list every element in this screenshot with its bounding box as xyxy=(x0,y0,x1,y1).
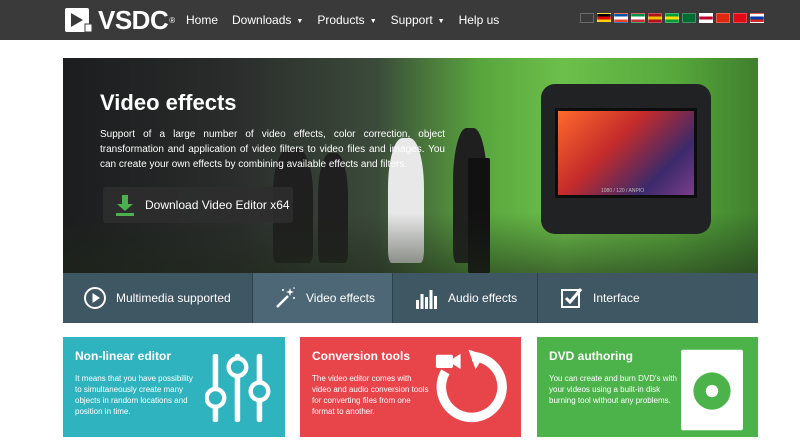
top-navigation-bar: VSDC ® Home Downloads ▼ Products ▼ Suppo… xyxy=(0,0,800,40)
tab-video-effects-label: Video effects xyxy=(306,291,375,305)
flag-jp-icon[interactable] xyxy=(699,13,713,23)
flag-es-icon[interactable] xyxy=(648,13,662,23)
tab-multimedia-supported-label: Multimedia supported xyxy=(116,291,231,305)
nav-home[interactable]: Home xyxy=(186,13,218,27)
flag-ru-icon[interactable] xyxy=(750,13,764,23)
logo-registered-mark: ® xyxy=(169,15,176,25)
flag-ar-icon[interactable] xyxy=(682,13,696,23)
chevron-down-icon: ▼ xyxy=(369,17,377,25)
nav-downloads[interactable]: Downloads ▼ xyxy=(232,13,303,27)
nav-products-label: Products xyxy=(317,13,365,27)
vsdc-logo[interactable]: VSDC ® xyxy=(64,5,184,35)
logo-text: VSDC xyxy=(98,4,169,35)
vsdc-logo-icon xyxy=(65,8,93,33)
tab-video-effects[interactable]: Video effects xyxy=(253,273,393,323)
camera-readout: 1080 / 120 / ANPIO xyxy=(601,188,645,194)
hero-title: Video effects xyxy=(100,90,237,115)
play-circle-icon xyxy=(84,287,106,309)
flag-de-icon[interactable] xyxy=(597,13,611,23)
download-button-label: Download Video Editor x64 xyxy=(145,198,290,212)
card-text: You can create and burn DVD's with your … xyxy=(549,374,677,405)
language-flags xyxy=(580,13,767,23)
chevron-down-icon: ▼ xyxy=(437,17,445,25)
download-video-editor-button[interactable]: Download Video Editor x64 xyxy=(103,187,293,223)
flag-tr-icon[interactable] xyxy=(733,13,747,23)
nav-downloads-label: Downloads xyxy=(232,13,292,27)
camera-screen xyxy=(555,108,697,198)
feature-tabs: Multimedia supported Video effects Audio… xyxy=(63,273,758,323)
nav-help-us-label: Help us xyxy=(458,13,500,27)
magic-wand-icon xyxy=(276,287,295,308)
equalizer-icon xyxy=(416,290,437,309)
nav-products[interactable]: Products ▼ xyxy=(317,13,376,27)
tab-audio-effects-label: Audio effects xyxy=(448,291,518,305)
card-text: It means that you have possibility to si… xyxy=(75,374,193,416)
card-conversion-tools[interactable]: Conversion tools The video editor comes … xyxy=(300,337,521,437)
tab-multimedia-supported[interactable]: Multimedia supported xyxy=(63,273,253,323)
nav-help-us[interactable]: Help us xyxy=(459,13,500,27)
flag-fr-icon[interactable] xyxy=(614,13,628,23)
nav-support-label: Support xyxy=(390,13,433,27)
chevron-down-icon: ▼ xyxy=(296,17,304,25)
card-title: Conversion tools xyxy=(312,349,411,363)
card-text: The video editor comes with video and au… xyxy=(312,374,429,416)
flag-cn-icon[interactable] xyxy=(716,13,730,23)
checkbox-edit-icon xyxy=(561,288,583,308)
download-icon xyxy=(116,195,134,216)
card-non-linear-editor[interactable]: Non-linear editor It means that you have… xyxy=(63,337,285,437)
tab-interface[interactable]: Interface xyxy=(538,273,758,323)
main-nav: Home Downloads ▼ Products ▼ Support ▼ He… xyxy=(186,0,513,40)
card-dvd-authoring[interactable]: DVD authoring You can create and burn DV… xyxy=(537,337,758,437)
tab-interface-label: Interface xyxy=(593,291,640,305)
flag-it-icon[interactable] xyxy=(631,13,645,23)
nav-support[interactable]: Support ▼ xyxy=(391,13,445,27)
hero-banner: 1080 / 120 / ANPIO Video effects Support… xyxy=(63,58,758,273)
dvd-icon xyxy=(681,349,743,431)
flag-br-icon[interactable] xyxy=(665,13,679,23)
sliders-icon xyxy=(205,353,271,423)
action-camera-illustration: 1080 / 120 / ANPIO xyxy=(541,84,711,234)
card-title: DVD authoring xyxy=(549,349,633,363)
tab-audio-effects[interactable]: Audio effects xyxy=(393,273,538,323)
hero-description: Support of a large number of video effec… xyxy=(100,129,445,170)
convert-icon xyxy=(435,349,507,423)
flag-en-icon[interactable] xyxy=(580,13,594,23)
nav-home-label: Home xyxy=(186,13,219,27)
card-title: Non-linear editor xyxy=(75,349,172,363)
